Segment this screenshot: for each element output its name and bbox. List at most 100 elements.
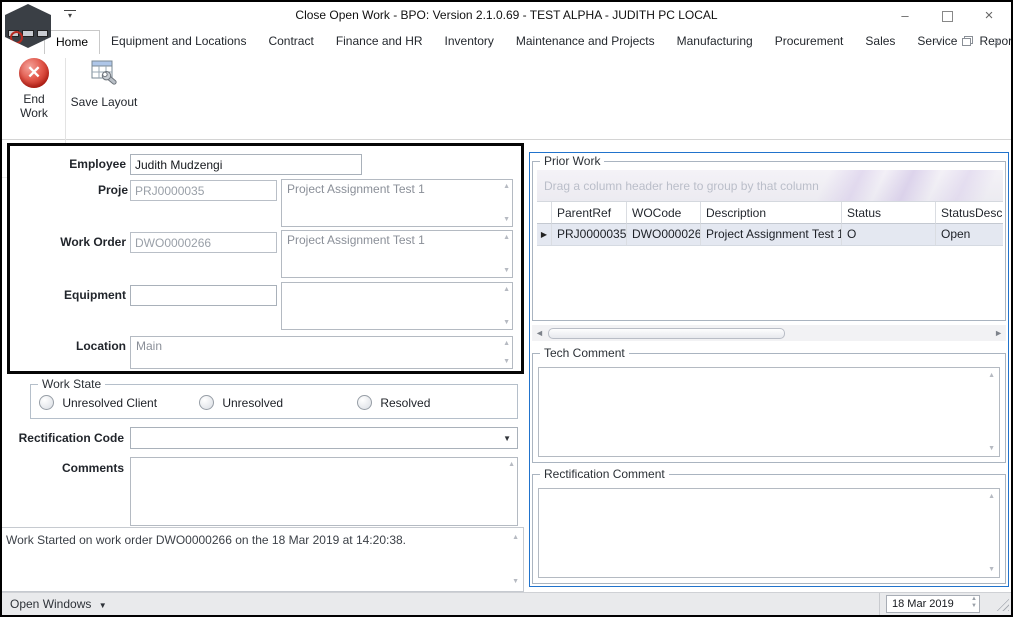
work-order-label: Work Order xyxy=(60,235,126,249)
tab-contract[interactable]: Contract xyxy=(257,30,324,54)
row-indicator-header xyxy=(537,202,552,224)
scrollbar-thumb[interactable] xyxy=(548,328,785,339)
employee-label: Employee xyxy=(69,157,126,171)
tab-finance-and-hr[interactable]: Finance and HR xyxy=(325,30,434,54)
save-layout-icon xyxy=(91,60,117,85)
radio-unresolved-client[interactable]: Unresolved Client xyxy=(39,395,157,410)
rectification-code-combobox[interactable]: ▼ xyxy=(130,427,518,449)
rectification-comment-label: Rectification Comment xyxy=(540,467,669,481)
minimize-icon[interactable]: – xyxy=(891,6,919,26)
prior-work-group: Prior Work Drag a column header here to … xyxy=(532,154,1006,321)
column-header-parentref[interactable]: ParentRef xyxy=(552,202,627,224)
cell-description: Project Assignment Test 1 xyxy=(701,224,842,245)
column-header-statusdesc[interactable]: StatusDesc xyxy=(936,202,1003,224)
prior-work-panel: Prior Work Drag a column header here to … xyxy=(529,152,1009,587)
scroll-up-icon[interactable]: ▲ xyxy=(503,340,510,347)
scroll-right-icon[interactable]: ► xyxy=(994,328,1003,338)
ribbon-tab-bar: Home Equipment and Locations Contract Fi… xyxy=(2,30,1011,55)
comments-textarea[interactable]: ▲ xyxy=(130,457,518,526)
radio-icon xyxy=(39,395,54,410)
work-status-textarea[interactable]: Work Started on work order DWO0000266 on… xyxy=(2,527,524,592)
work-state-label: Work State xyxy=(38,377,106,391)
prior-work-label: Prior Work xyxy=(540,154,605,168)
column-header-description[interactable]: Description xyxy=(701,202,842,224)
tab-maintenance-and-projects[interactable]: Maintenance and Projects xyxy=(505,30,666,54)
chevron-down-icon: ▼ xyxy=(98,601,107,610)
status-bar: Open Windows ▼ 18 Mar 2019 ▲ ▼ xyxy=(2,592,1011,615)
scroll-up-icon[interactable]: ▲ xyxy=(988,372,995,379)
scroll-left-icon[interactable]: ◄ xyxy=(535,328,544,338)
save-layout-label: Save Layout xyxy=(70,95,138,109)
project-description-textarea[interactable]: Project Assignment Test 1 ▲ ▼ xyxy=(281,179,513,227)
scroll-up-icon[interactable]: ▲ xyxy=(508,461,515,468)
row-indicator-icon: ▶ xyxy=(537,224,552,245)
scroll-down-icon[interactable]: ▼ xyxy=(503,267,510,274)
group-by-drop-area[interactable]: Drag a column header here to group by th… xyxy=(537,170,1003,202)
spinner-icons[interactable]: ▲ ▼ xyxy=(971,596,977,610)
window-title: Close Open Work - BPO: Version 2.1.0.69 … xyxy=(295,8,718,22)
radio-unresolved[interactable]: Unresolved xyxy=(199,395,283,410)
tab-procurement[interactable]: Procurement xyxy=(764,30,855,54)
equipment-input[interactable] xyxy=(130,285,277,306)
end-work-button[interactable]: ✕ End Work xyxy=(8,58,60,120)
equipment-description-textarea[interactable]: ▲ ▼ xyxy=(281,282,513,330)
tab-inventory[interactable]: Inventory xyxy=(434,30,505,54)
rectification-comment-textarea[interactable]: ▲ ▼ xyxy=(538,488,1000,578)
scroll-down-icon[interactable]: ▼ xyxy=(503,319,510,326)
radio-icon xyxy=(357,395,372,410)
resize-grip[interactable] xyxy=(995,597,1009,611)
cell-status: O xyxy=(842,224,936,245)
save-layout-button[interactable]: Save Layout xyxy=(70,58,138,120)
grid-header-row: ParentRef WOCode Description Status Stat… xyxy=(537,202,1003,224)
tab-home[interactable]: Home xyxy=(44,30,101,55)
scroll-up-icon[interactable]: ▲ xyxy=(988,493,995,500)
decorative-wave xyxy=(783,170,1003,201)
ribbon: ✕ End Work Save Layout Process xyxy=(2,54,1011,190)
maximize-icon[interactable] xyxy=(933,6,961,26)
scroll-down-icon[interactable]: ▼ xyxy=(988,566,995,573)
end-work-icon: ✕ xyxy=(19,58,49,88)
work-order-description-textarea[interactable]: Project Assignment Test 1 ▲ ▼ xyxy=(281,230,513,278)
date-field[interactable]: 18 Mar 2019 ▲ ▼ xyxy=(886,595,980,613)
scroll-up-icon[interactable]: ▲ xyxy=(503,183,510,190)
close-icon[interactable]: × xyxy=(975,6,1003,26)
work-state-group: Work State Unresolved Client Unresolved … xyxy=(30,377,518,419)
scroll-down-icon[interactable]: ▼ xyxy=(503,358,510,365)
work-order-input[interactable] xyxy=(130,232,277,253)
employee-input[interactable] xyxy=(130,154,362,175)
scroll-down-icon[interactable]: ▼ xyxy=(512,578,519,585)
scroll-up-icon[interactable]: ▲ xyxy=(503,286,510,293)
project-input[interactable] xyxy=(130,180,277,201)
location-textarea[interactable]: Main ▲ ▼ xyxy=(130,336,513,369)
equipment-label: Equipment xyxy=(64,288,126,302)
table-row[interactable]: ▶ PRJ0000035 DWO0000266 Project Assignme… xyxy=(537,224,1003,246)
cell-parentref: PRJ0000035 xyxy=(552,224,627,245)
chevron-down-icon[interactable]: ▼ xyxy=(503,435,511,443)
radio-resolved[interactable]: Resolved xyxy=(357,395,430,410)
open-windows-menu[interactable]: Open Windows ▼ xyxy=(10,597,107,611)
rectification-code-label: Rectification Code xyxy=(18,431,124,445)
column-header-wocode[interactable]: WOCode xyxy=(627,202,701,224)
statusbar-separator xyxy=(879,593,880,615)
tab-equipment-and-locations[interactable]: Equipment and Locations xyxy=(100,30,257,54)
scroll-down-icon[interactable]: ▼ xyxy=(988,445,995,452)
tech-comment-textarea[interactable]: ▲ ▼ xyxy=(538,367,1000,457)
scroll-up-icon[interactable]: ▲ xyxy=(503,234,510,241)
scroll-up-icon[interactable]: ▲ xyxy=(512,534,519,541)
rectification-comment-group: Rectification Comment ▲ ▼ xyxy=(532,467,1006,584)
prior-work-grid: ParentRef WOCode Description Status Stat… xyxy=(537,202,1003,246)
work-details-panel: Employee Proje Project Assignment Test 1… xyxy=(7,143,524,374)
column-header-status[interactable]: Status xyxy=(842,202,936,224)
scroll-down-icon[interactable]: ▼ xyxy=(503,216,510,223)
project-label: Proje xyxy=(97,183,128,197)
tab-manufacturing[interactable]: Manufacturing xyxy=(666,30,764,54)
cell-wocode: DWO0000266 xyxy=(627,224,701,245)
radio-icon xyxy=(199,395,214,410)
tech-comment-label: Tech Comment xyxy=(540,346,629,360)
horizontal-scrollbar[interactable]: ◄ ► xyxy=(532,325,1006,341)
location-label: Location xyxy=(76,339,126,353)
ribbon-minimize-icon[interactable]: – xyxy=(930,33,946,49)
tab-sales[interactable]: Sales xyxy=(854,30,906,54)
ribbon-restore-icon[interactable] xyxy=(962,36,973,46)
ribbon-close-icon[interactable]: x xyxy=(989,33,1005,49)
